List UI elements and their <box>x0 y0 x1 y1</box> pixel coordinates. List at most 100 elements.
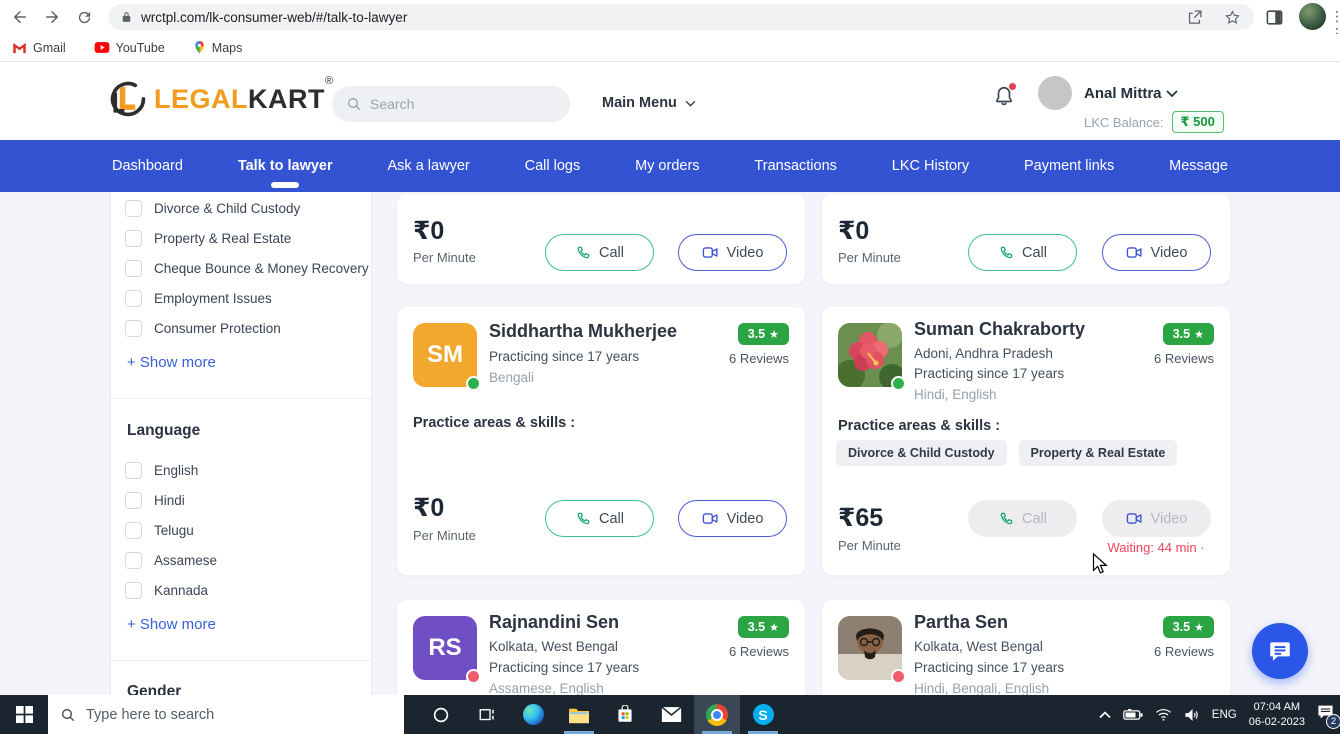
share-button[interactable] <box>1184 7 1204 27</box>
checkbox[interactable] <box>125 290 142 307</box>
user-avatar[interactable] <box>1038 76 1072 110</box>
task-view-button[interactable] <box>464 695 510 734</box>
taskbar-search-input[interactable] <box>86 707 366 723</box>
bookmark-gmail[interactable]: Gmail <box>12 41 66 55</box>
checkbox[interactable] <box>125 260 142 277</box>
filter-employment-issues[interactable]: Employment Issues <box>125 290 272 307</box>
main-menu-dropdown[interactable]: Main Menu <box>602 95 696 111</box>
bookmark-maps[interactable]: Maps <box>193 40 243 55</box>
action-center-button[interactable]: 2 <box>1317 704 1334 725</box>
mail-button[interactable] <box>648 695 694 734</box>
filter-cheque-bounce[interactable]: Cheque Bounce & Money Recovery <box>125 260 369 277</box>
video-button[interactable]: Video <box>678 234 787 271</box>
start-button[interactable] <box>0 695 48 734</box>
side-panel-button[interactable] <box>1264 7 1284 27</box>
checkbox[interactable] <box>125 552 142 569</box>
languages-show-more[interactable]: + Show more <box>127 616 216 633</box>
video-camera-icon <box>702 511 719 526</box>
chat-fab-button[interactable] <box>1252 623 1308 679</box>
taskbar-search[interactable] <box>48 695 404 734</box>
bookmark-star-button[interactable] <box>1222 7 1242 27</box>
checkbox[interactable] <box>125 492 142 509</box>
chrome-button[interactable] <box>694 695 740 734</box>
checkbox[interactable] <box>125 462 142 479</box>
lawyer-name[interactable]: Siddhartha Mukherjee <box>489 321 677 342</box>
browser-back-button[interactable] <box>10 7 30 27</box>
microsoft-store-button[interactable] <box>602 695 648 734</box>
volume-icon[interactable] <box>1184 708 1200 722</box>
lawyer-name[interactable]: Suman Chakraborty <box>914 319 1085 340</box>
nav-dashboard[interactable]: Dashboard <box>112 158 183 174</box>
filter-language-telugu[interactable]: Telugu <box>125 522 194 539</box>
filter-language-english[interactable]: English <box>125 462 198 479</box>
nav-call-logs[interactable]: Call logs <box>525 158 581 174</box>
store-icon <box>616 705 634 724</box>
checkbox[interactable] <box>125 320 142 337</box>
nav-payment-links[interactable]: Payment links <box>1024 158 1114 174</box>
taskbar-clock[interactable]: 07:04 AM 06-02-2023 <box>1249 700 1305 730</box>
star-icon: ★ <box>1194 622 1204 634</box>
online-status-dot <box>466 376 481 391</box>
nav-lkc-history[interactable]: LKC History <box>892 158 969 174</box>
chevron-down-icon <box>1166 90 1178 98</box>
nav-talk-to-lawyer[interactable]: Talk to lawyer <box>238 158 333 174</box>
per-minute-label: Per Minute <box>413 250 476 265</box>
checkbox[interactable] <box>125 200 142 217</box>
url-text[interactable]: wrctpl.com/lk-consumer-web/#/talk-to-law… <box>141 10 1184 25</box>
filter-language-kannada[interactable]: Kannada <box>125 582 208 599</box>
checkbox[interactable] <box>125 582 142 599</box>
filters-sidebar: Divorce & Child Custody Property & Real … <box>110 192 372 695</box>
lawyer-languages: Bengali <box>489 370 534 385</box>
call-button-disabled[interactable]: Call <box>968 500 1077 537</box>
lawyer-name[interactable]: Partha Sen <box>914 612 1008 633</box>
wifi-icon[interactable] <box>1155 708 1172 721</box>
header-search[interactable] <box>332 86 570 122</box>
checkbox[interactable] <box>125 230 142 247</box>
lawyer-languages: Hindi, English <box>914 387 997 402</box>
nav-my-orders[interactable]: My orders <box>635 158 699 174</box>
browser-forward-button[interactable] <box>42 7 62 27</box>
per-minute-label: Per Minute <box>838 538 901 553</box>
file-explorer-button[interactable] <box>556 695 602 734</box>
reload-icon <box>76 9 93 26</box>
legalkart-logo[interactable]: LEGALKART® <box>108 78 333 120</box>
filter-language-assamese[interactable]: Assamese <box>125 552 217 569</box>
skype-icon: S <box>753 704 774 725</box>
browser-reload-button[interactable] <box>74 7 94 27</box>
lawyer-avatar-initials: SM <box>413 323 477 387</box>
call-button[interactable]: Call <box>545 500 654 537</box>
divider <box>111 398 371 399</box>
call-button[interactable]: Call <box>968 234 1077 271</box>
video-button-disabled[interactable]: Video <box>1102 500 1211 537</box>
battery-icon[interactable] <box>1123 709 1143 721</box>
video-button[interactable]: Video <box>1102 234 1211 271</box>
browser-profile-avatar[interactable] <box>1299 3 1326 30</box>
practice-areas-show-more[interactable]: + Show more <box>127 354 216 371</box>
brand-registered-mark: ® <box>325 75 333 87</box>
search-input[interactable] <box>370 96 540 112</box>
notifications-bell[interactable] <box>993 84 1015 108</box>
lawyer-name[interactable]: Rajnandini Sen <box>489 612 619 633</box>
nav-message[interactable]: Message <box>1169 158 1228 174</box>
share-icon <box>1186 9 1203 26</box>
filter-consumer-protection[interactable]: Consumer Protection <box>125 320 281 337</box>
call-button[interactable]: Call <box>545 234 654 271</box>
bookmarks-bar: Gmail YouTube Maps <box>0 34 1340 62</box>
nav-ask-a-lawyer[interactable]: Ask a lawyer <box>388 158 470 174</box>
address-bar[interactable]: wrctpl.com/lk-consumer-web/#/talk-to-law… <box>108 4 1254 30</box>
checkbox[interactable] <box>125 522 142 539</box>
reviews-count: 6 Reviews <box>729 351 789 366</box>
filter-property-real-estate[interactable]: Property & Real Estate <box>125 230 291 247</box>
video-button[interactable]: Video <box>678 500 787 537</box>
skype-button[interactable]: S <box>740 695 786 734</box>
nav-transactions[interactable]: Transactions <box>754 158 836 174</box>
filter-divorce-child-custody[interactable]: Divorce & Child Custody <box>125 200 300 217</box>
input-language-indicator[interactable]: ENG <box>1212 709 1237 721</box>
user-menu[interactable]: Anal Mittra <box>1084 85 1178 102</box>
cortana-button[interactable] <box>418 695 464 734</box>
taskbar-apps: S <box>418 695 786 734</box>
bookmark-youtube[interactable]: YouTube <box>94 41 165 55</box>
edge-button[interactable] <box>510 695 556 734</box>
filter-language-hindi[interactable]: Hindi <box>125 492 185 509</box>
hidden-icons-chevron[interactable] <box>1099 711 1111 719</box>
